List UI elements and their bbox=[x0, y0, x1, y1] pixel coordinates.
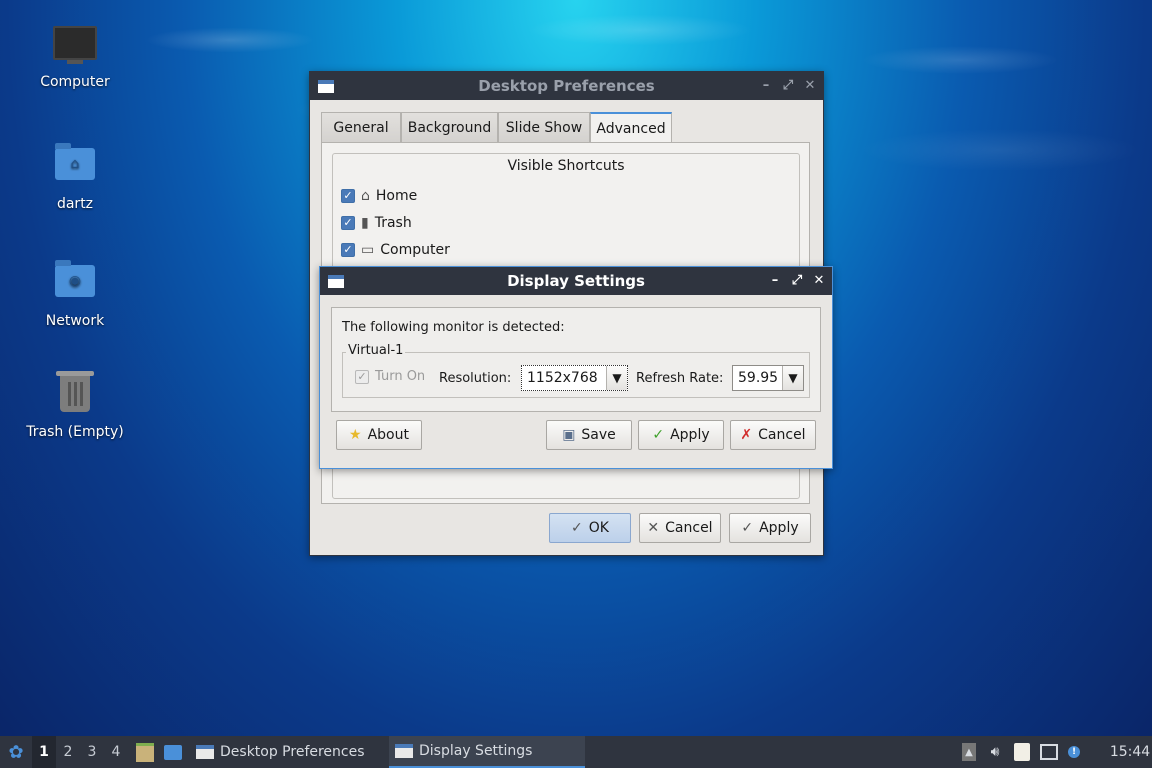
tab-background[interactable]: Background bbox=[401, 112, 498, 142]
desktop-icon-label: Computer bbox=[40, 74, 110, 90]
about-button[interactable]: ★ About bbox=[336, 420, 422, 450]
lxqt-logo-icon: ✿ bbox=[8, 741, 24, 763]
cancel-button[interactable]: ✗ Cancel bbox=[730, 420, 816, 450]
clock[interactable]: 15:44 bbox=[1110, 736, 1150, 768]
clipboard-icon[interactable] bbox=[1014, 743, 1030, 761]
desktop-icon-computer[interactable]: Computer bbox=[20, 22, 130, 90]
shortcut-computer-row[interactable]: ✓ ▭ Computer bbox=[341, 240, 450, 260]
title-bar[interactable]: Display Settings – ⤢ ✕ bbox=[320, 267, 832, 295]
task-label: Display Settings bbox=[419, 743, 533, 759]
file-manager-launcher[interactable] bbox=[134, 736, 156, 768]
taskbar: ✿ 1 2 3 4 Desktop Preferences Display Se… bbox=[0, 736, 1152, 768]
shortcut-trash-row[interactable]: ✓ ▮ Trash bbox=[341, 213, 412, 233]
desktop-icon bbox=[164, 744, 182, 760]
ok-label: OK bbox=[588, 520, 609, 536]
resolution-label: Resolution: bbox=[439, 371, 512, 386]
tray-arrow-icon[interactable]: ▲ bbox=[962, 743, 976, 761]
display-settings-window: Display Settings – ⤢ ✕ The following mon… bbox=[319, 266, 833, 469]
shortcut-label: Computer bbox=[380, 242, 450, 258]
file-manager-icon bbox=[136, 742, 154, 762]
monitor-icon: ▭ bbox=[361, 242, 375, 258]
tab-general[interactable]: General bbox=[321, 112, 401, 142]
desktop-icon-network[interactable]: ◉ Network bbox=[20, 257, 130, 329]
window-icon bbox=[395, 744, 413, 758]
workspace-1[interactable]: 1 bbox=[32, 736, 56, 768]
cancel-label: Cancel bbox=[665, 520, 713, 536]
monitor-fieldset: Virtual-1 ✓ Turn On Resolution: 1152x768… bbox=[342, 343, 810, 398]
window-title: Display Settings bbox=[507, 272, 645, 290]
volume-icon[interactable]: 🔊︎ bbox=[986, 743, 1004, 761]
x-icon: ✗ bbox=[740, 427, 753, 443]
detected-text: The following monitor is detected: bbox=[342, 320, 565, 335]
chevron-down-icon: ▼ bbox=[606, 366, 627, 390]
x-icon: ✕ bbox=[647, 520, 660, 536]
desktop-icon-label: Trash (Empty) bbox=[26, 424, 124, 440]
start-menu-button[interactable]: ✿ bbox=[4, 736, 28, 768]
ok-button[interactable]: ✓ OK bbox=[549, 513, 631, 543]
section-title: Visible Shortcuts bbox=[507, 158, 625, 174]
trash-checkbox[interactable]: ✓ bbox=[341, 216, 355, 230]
home-icon: ⌂ bbox=[361, 188, 370, 204]
refresh-rate-value: 59.95 bbox=[738, 370, 779, 386]
refresh-rate-label: Refresh Rate: bbox=[636, 371, 724, 386]
turn-on-label: Turn On bbox=[375, 369, 426, 384]
maximize-icon[interactable]: ⤢ bbox=[790, 274, 804, 288]
chevron-down-icon: ▼ bbox=[782, 366, 803, 390]
desktop-icon-label: Network bbox=[45, 313, 105, 329]
monitor-group: The following monitor is detected: Virtu… bbox=[331, 307, 821, 412]
task-display-settings[interactable]: Display Settings bbox=[389, 736, 585, 768]
tab-advanced[interactable]: Advanced bbox=[590, 112, 672, 143]
home-checkbox[interactable]: ✓ bbox=[341, 189, 355, 203]
notification-icon[interactable]: ! bbox=[1068, 746, 1080, 758]
network-folder-icon: ◉ bbox=[53, 260, 97, 309]
check-icon: ✓ bbox=[571, 520, 583, 536]
star-icon: ★ bbox=[349, 427, 362, 443]
apply-button[interactable]: ✓ Apply bbox=[729, 513, 811, 543]
workspace-3[interactable]: 3 bbox=[80, 736, 104, 768]
save-label: Save bbox=[581, 427, 616, 443]
shortcut-home-row[interactable]: ✓ ⌂ Home bbox=[341, 186, 417, 206]
check-icon: ✓ bbox=[741, 520, 754, 536]
home-folder-icon: ⌂ bbox=[53, 143, 97, 192]
tab-slide-show[interactable]: Slide Show bbox=[498, 112, 590, 142]
show-desktop-button[interactable] bbox=[162, 736, 184, 768]
workspace-2[interactable]: 2 bbox=[56, 736, 80, 768]
turn-on-toggle[interactable]: ✓ Turn On bbox=[355, 369, 425, 384]
close-icon[interactable]: ✕ bbox=[812, 274, 826, 288]
tray: ▲ 🔊︎ ! bbox=[962, 736, 1080, 768]
computer-checkbox[interactable]: ✓ bbox=[341, 243, 355, 257]
resolution-value: 1152x768 bbox=[527, 370, 598, 386]
desktop-icon-home[interactable]: ⌂ dartz bbox=[20, 140, 130, 212]
network-icon[interactable] bbox=[1040, 744, 1058, 760]
trash-icon bbox=[53, 371, 97, 420]
minimize-icon[interactable]: – bbox=[768, 274, 782, 288]
check-icon: ✓ bbox=[652, 427, 665, 443]
apply-label: Apply bbox=[670, 427, 710, 443]
window-icon bbox=[196, 745, 214, 759]
trash-icon: ▮ bbox=[361, 215, 369, 231]
resolution-select[interactable]: 1152x768 ▼ bbox=[521, 365, 628, 391]
refresh-rate-select[interactable]: 59.95 ▼ bbox=[732, 365, 804, 391]
save-button[interactable]: ▣ Save bbox=[546, 420, 632, 450]
computer-icon bbox=[53, 26, 97, 70]
apply-button[interactable]: ✓ Apply bbox=[638, 420, 724, 450]
shortcut-label: Home bbox=[375, 188, 418, 204]
task-desktop-preferences[interactable]: Desktop Preferences bbox=[190, 736, 380, 768]
cancel-label: Cancel bbox=[758, 427, 806, 443]
monitor-name: Virtual-1 bbox=[346, 343, 406, 358]
cancel-button[interactable]: ✕ Cancel bbox=[639, 513, 721, 543]
task-label: Desktop Preferences bbox=[220, 744, 365, 760]
desktop-icon-label: dartz bbox=[56, 196, 94, 212]
window-icon bbox=[328, 274, 344, 288]
desktop-icon-trash[interactable]: Trash (Empty) bbox=[20, 371, 130, 440]
floppy-icon: ▣ bbox=[562, 427, 576, 443]
turn-on-checkbox[interactable]: ✓ bbox=[355, 369, 369, 384]
about-label: About bbox=[367, 427, 409, 443]
apply-label: Apply bbox=[759, 520, 799, 536]
workspace-4[interactable]: 4 bbox=[104, 736, 128, 768]
shortcut-label: Trash bbox=[374, 215, 412, 231]
